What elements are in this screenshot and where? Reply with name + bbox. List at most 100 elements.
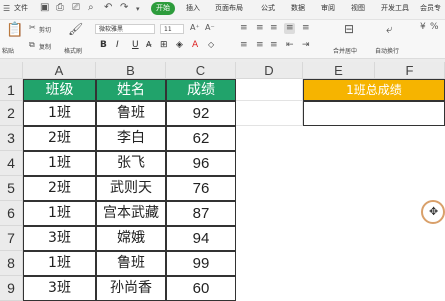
percent-icon[interactable]: % [430,22,439,32]
table-cell-score[interactable]: 76 [166,176,236,201]
row-header[interactable]: 3 [0,126,23,151]
row-header[interactable]: 1 [0,79,23,101]
tab-formula[interactable]: 公式 [261,3,275,13]
row-header[interactable]: 2 [0,101,23,126]
tab-review[interactable]: 审阅 [321,3,335,13]
table-cell-name[interactable]: 张飞 [96,151,166,176]
table-cell-name[interactable]: 鲁班 [96,101,166,126]
align-justify-icon[interactable]: ≡ [256,40,264,50]
italic-button[interactable]: I [116,40,119,50]
paste-label[interactable]: 粘贴 [2,46,14,55]
summary-value-cell[interactable] [303,101,445,126]
table-cell-score[interactable]: 92 [166,101,236,126]
table-cell-class[interactable]: 2班 [23,126,96,151]
table-header-score[interactable]: 成绩 [166,79,236,101]
increase-font-icon[interactable]: A⁺ [190,23,200,32]
bold-button[interactable]: B [100,40,107,50]
merge-center-icon[interactable]: ⊟ [344,22,354,36]
table-cell-score[interactable]: 62 [166,126,236,151]
table-cell-score[interactable]: 60 [166,276,236,301]
table-header-name[interactable]: 姓名 [96,79,166,101]
tab-developer[interactable]: 开发工具 [381,3,409,13]
clear-format-icon[interactable]: ◇ [208,40,214,49]
row-header[interactable]: 6 [0,201,23,226]
row-header[interactable]: 4 [0,151,23,176]
tab-data[interactable]: 数据 [291,3,305,13]
quick-access-dropdown-icon[interactable]: ▾ [136,5,140,13]
align-left-icon[interactable]: ≡ [240,40,248,50]
table-cell-score[interactable]: 94 [166,226,236,251]
table-cell-name[interactable]: 孙尚香 [96,276,166,301]
table-cell-class[interactable]: 1班 [23,201,96,226]
border-icon[interactable]: ⊞ [160,40,168,50]
font-color-button[interactable]: A [192,40,198,50]
table-cell-score[interactable]: 96 [166,151,236,176]
table-cell-name[interactable]: 武则天 [96,176,166,201]
merge-center-label[interactable]: 合并居中 [333,46,357,55]
table-cell-class[interactable]: 3班 [23,276,96,301]
wrap-text-label[interactable]: 自动换行 [375,46,399,55]
column-header-a[interactable]: A [23,62,96,79]
align-middle-icon[interactable]: ≡ [256,23,264,33]
tab-member[interactable]: 会员专 [420,3,441,13]
cell-d2[interactable] [236,101,303,126]
indent-decrease-icon[interactable]: ⇤ [286,40,294,50]
wrap-text-icon[interactable]: ⤶ [386,22,393,37]
row-header[interactable]: 7 [0,226,23,251]
summary-label-cell[interactable]: 1班总成绩 [303,79,445,101]
cut-icon[interactable]: ✂ [29,23,36,32]
copy-icon[interactable]: ⧉ [29,40,35,50]
underline-button[interactable]: U [132,40,139,50]
indent-increase-icon[interactable]: ⇥ [302,40,310,50]
align-distributed-icon[interactable]: ≡ [270,40,278,50]
table-cell-score[interactable]: 87 [166,201,236,226]
preview-icon[interactable]: ⌕ [88,2,94,13]
column-header-b[interactable]: B [96,62,166,79]
select-all-corner[interactable] [0,62,23,79]
number-format-icon[interactable]: ¥ [420,22,426,32]
row-header[interactable]: 8 [0,251,23,276]
save-icon[interactable]: ▣ [40,2,49,13]
print-icon[interactable]: ⎚ [72,2,80,13]
tab-insert[interactable]: 插入 [186,3,200,13]
table-cell-name[interactable]: 李白 [96,126,166,151]
table-cell-name[interactable]: 鲁班 [96,251,166,276]
menu-file[interactable]: 文件 [14,3,28,13]
table-cell-class[interactable]: 1班 [23,151,96,176]
font-size-select[interactable]: 11 [160,24,184,34]
menu-hamburger-icon[interactable]: ☰ [3,4,10,13]
align-top-icon[interactable]: ≡ [240,23,248,33]
table-cell-class[interactable]: 2班 [23,176,96,201]
table-cell-name[interactable]: 宫本武藏 [96,201,166,226]
row-header[interactable]: 9 [0,276,23,301]
tab-home[interactable]: 开始 [151,2,175,15]
column-header-e[interactable]: E [303,62,375,79]
align-center-icon[interactable]: ≡ [286,23,294,33]
decrease-font-icon[interactable]: A⁻ [205,23,215,32]
tab-view[interactable]: 视图 [351,3,365,13]
fill-color-icon[interactable]: ◈ [176,40,183,50]
table-header-class[interactable]: 班级 [23,79,96,101]
undo-icon[interactable]: ↶ [104,2,112,13]
format-painter-icon[interactable]: 🖌 [68,22,83,36]
column-header-c[interactable]: C [166,62,236,79]
cell-d1[interactable] [236,79,303,101]
copy-label[interactable]: 复制 [39,42,51,51]
table-cell-score[interactable]: 99 [166,251,236,276]
column-header-d[interactable]: D [236,62,303,79]
column-header-f[interactable]: F [375,62,445,79]
table-cell-class[interactable]: 1班 [23,101,96,126]
align-right-icon[interactable]: ≡ [302,23,310,33]
export-icon[interactable]: ⎙ [56,2,64,13]
table-cell-class[interactable]: 3班 [23,226,96,251]
table-cell-class[interactable]: 1班 [23,251,96,276]
redo-icon[interactable]: ↷ [120,2,128,13]
paste-icon[interactable]: 📋 [6,22,23,38]
row-header[interactable]: 5 [0,176,23,201]
tab-page-layout[interactable]: 页面布局 [215,3,243,13]
strikethrough-icon[interactable]: A̶ [146,40,151,49]
format-painter-label[interactable]: 格式刷 [64,46,82,55]
cut-label[interactable]: 剪切 [39,25,51,34]
align-bottom-icon[interactable]: ≡ [270,23,278,33]
table-cell-name[interactable]: 嫦娥 [96,226,166,251]
